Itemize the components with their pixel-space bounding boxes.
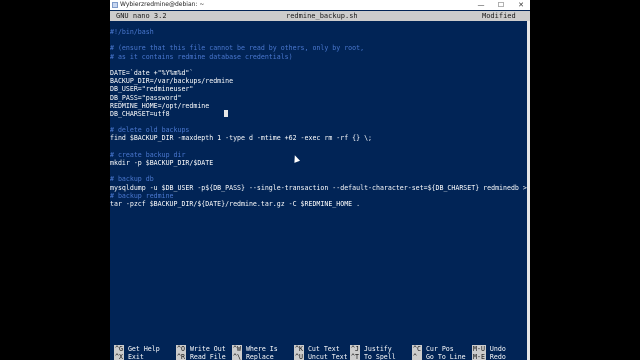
help-label: To Spell [363,353,396,360]
code-line-tar: tar -pzcf $BACKUP_DIR/${DATE}/redmine.ta… [110,199,361,208]
help-key: ^X [114,353,124,360]
help-shortcut: ^X Exit [114,353,144,360]
help-key: ^G [114,345,124,353]
nano-filename: redmine_backup.sh [286,12,358,20]
help-key: ^O [176,345,186,353]
help-label: Cut Text [307,345,340,353]
help-shortcut: ^R Read File [176,353,226,360]
help-label: Redo [489,353,506,360]
help-label: Go To Line [425,353,466,360]
help-label: Cur Pos [425,345,454,353]
help-shortcut: ^C Cur Pos [412,345,454,353]
nano-version: GNU nano 3.2 [116,12,167,20]
help-shortcut: ^T To Spell [350,353,396,360]
help-row: ^X Exit ^R Read File ^\ Replace ^U Uncut Te… [110,353,530,360]
help-key: ^J [350,345,360,353]
code-line-date: DATE=`date +"%Y%m%d"` [110,68,194,77]
code-line-redmine-home: REDMINE_HOME=/opt/redmine [110,101,210,110]
help-label: Exit [127,353,144,360]
code-line-comment: # backup db [110,175,154,184]
window-title: Wybierzredmine@debian: ~ [120,1,205,8]
help-label: Justify [363,345,392,353]
code-line-comment: # (ensure that this file cannot be read … [110,44,365,53]
help-key: ^_ [412,353,422,360]
code-line-mysqldump: mysqldump -u $DB_USER -p${DB_PASS} --sin… [110,183,530,192]
scrollbar[interactable] [527,21,530,360]
window-titlebar[interactable]: Wybierzredmine@debian: ~ — ☐ ✕ [110,0,530,10]
help-shortcut: ^O Write Out [176,345,226,353]
help-shortcut: M-U Undo [472,345,506,353]
minimize-button[interactable]: — [474,0,488,10]
help-key: ^\ [232,353,242,360]
help-shortcut: ^W Where Is [232,345,278,353]
code-line-comment: # delete old backups [110,126,190,135]
help-key: ^T [350,353,360,360]
editor-area[interactable]: #!/bin/bash # (ensure that this file can… [110,28,530,208]
help-shortcut: ^U Uncut Text [294,353,348,360]
help-key: M-E [472,353,486,360]
code-line-backup-dir: BACKUP_DIR=/var/backups/redmine [110,77,234,86]
code-line-db-charset: DB_CHARSET=utf8 [110,110,530,118]
help-label: Undo [489,345,506,353]
help-shortcut: ^\ Replace [232,353,274,360]
help-shortcut: M-E Redo [472,353,506,360]
help-label: Write Out [189,345,226,353]
help-key: ^U [294,353,304,360]
help-label: Uncut Text [307,353,348,360]
help-key: M-U [472,345,486,353]
help-label: Where Is [245,345,278,353]
code-line-comment: # as it contains redmine database creden… [110,52,293,61]
text-cursor [223,110,228,118]
close-button[interactable]: ✕ [514,0,528,10]
maximize-button[interactable]: ☐ [494,0,508,10]
code-line-comment: # backup redmine [110,191,174,200]
help-shortcut: ^_ Go To Line [412,353,466,360]
code-line-comment: # create backup dir [110,150,186,159]
terminal-window[interactable]: Wybierzredmine@debian: ~ — ☐ ✕ GNU nano … [110,0,530,360]
code-line-mkdir: mkdir -p $BACKUP_DIR/$DATE [110,159,214,167]
help-shortcut: ^K Cut Text [294,345,340,353]
help-key: ^R [176,353,186,360]
nano-header-bar: GNU nano 3.2 redmine_backup.sh Modified [110,11,530,21]
code-line-db-pass: DB_PASS="password" [110,93,182,102]
help-row: ^G Get Help ^O Write Out ^W Where Is ^K Cut… [110,345,530,353]
terminal-app-icon [112,2,118,8]
help-label: Replace [245,353,274,360]
code-line-shebang: #!/bin/bash [110,28,154,36]
help-shortcut: ^J Justify [350,345,392,353]
code-line-find: find $BACKUP_DIR -maxdepth 1 -type d -mt… [110,134,373,143]
help-key: ^C [412,345,422,353]
help-key: ^K [294,345,304,353]
code-line-db-user: DB_USER="redmineuser" [110,85,194,94]
help-label: Read File [189,353,226,360]
nano-status: Modified [482,12,516,20]
help-label: Get Help [127,345,160,353]
nano-help-bar: ^G Get Help ^O Write Out ^W Where Is ^K Cut… [110,345,530,360]
help-shortcut: ^G Get Help [114,345,160,353]
help-key: ^W [232,345,242,353]
